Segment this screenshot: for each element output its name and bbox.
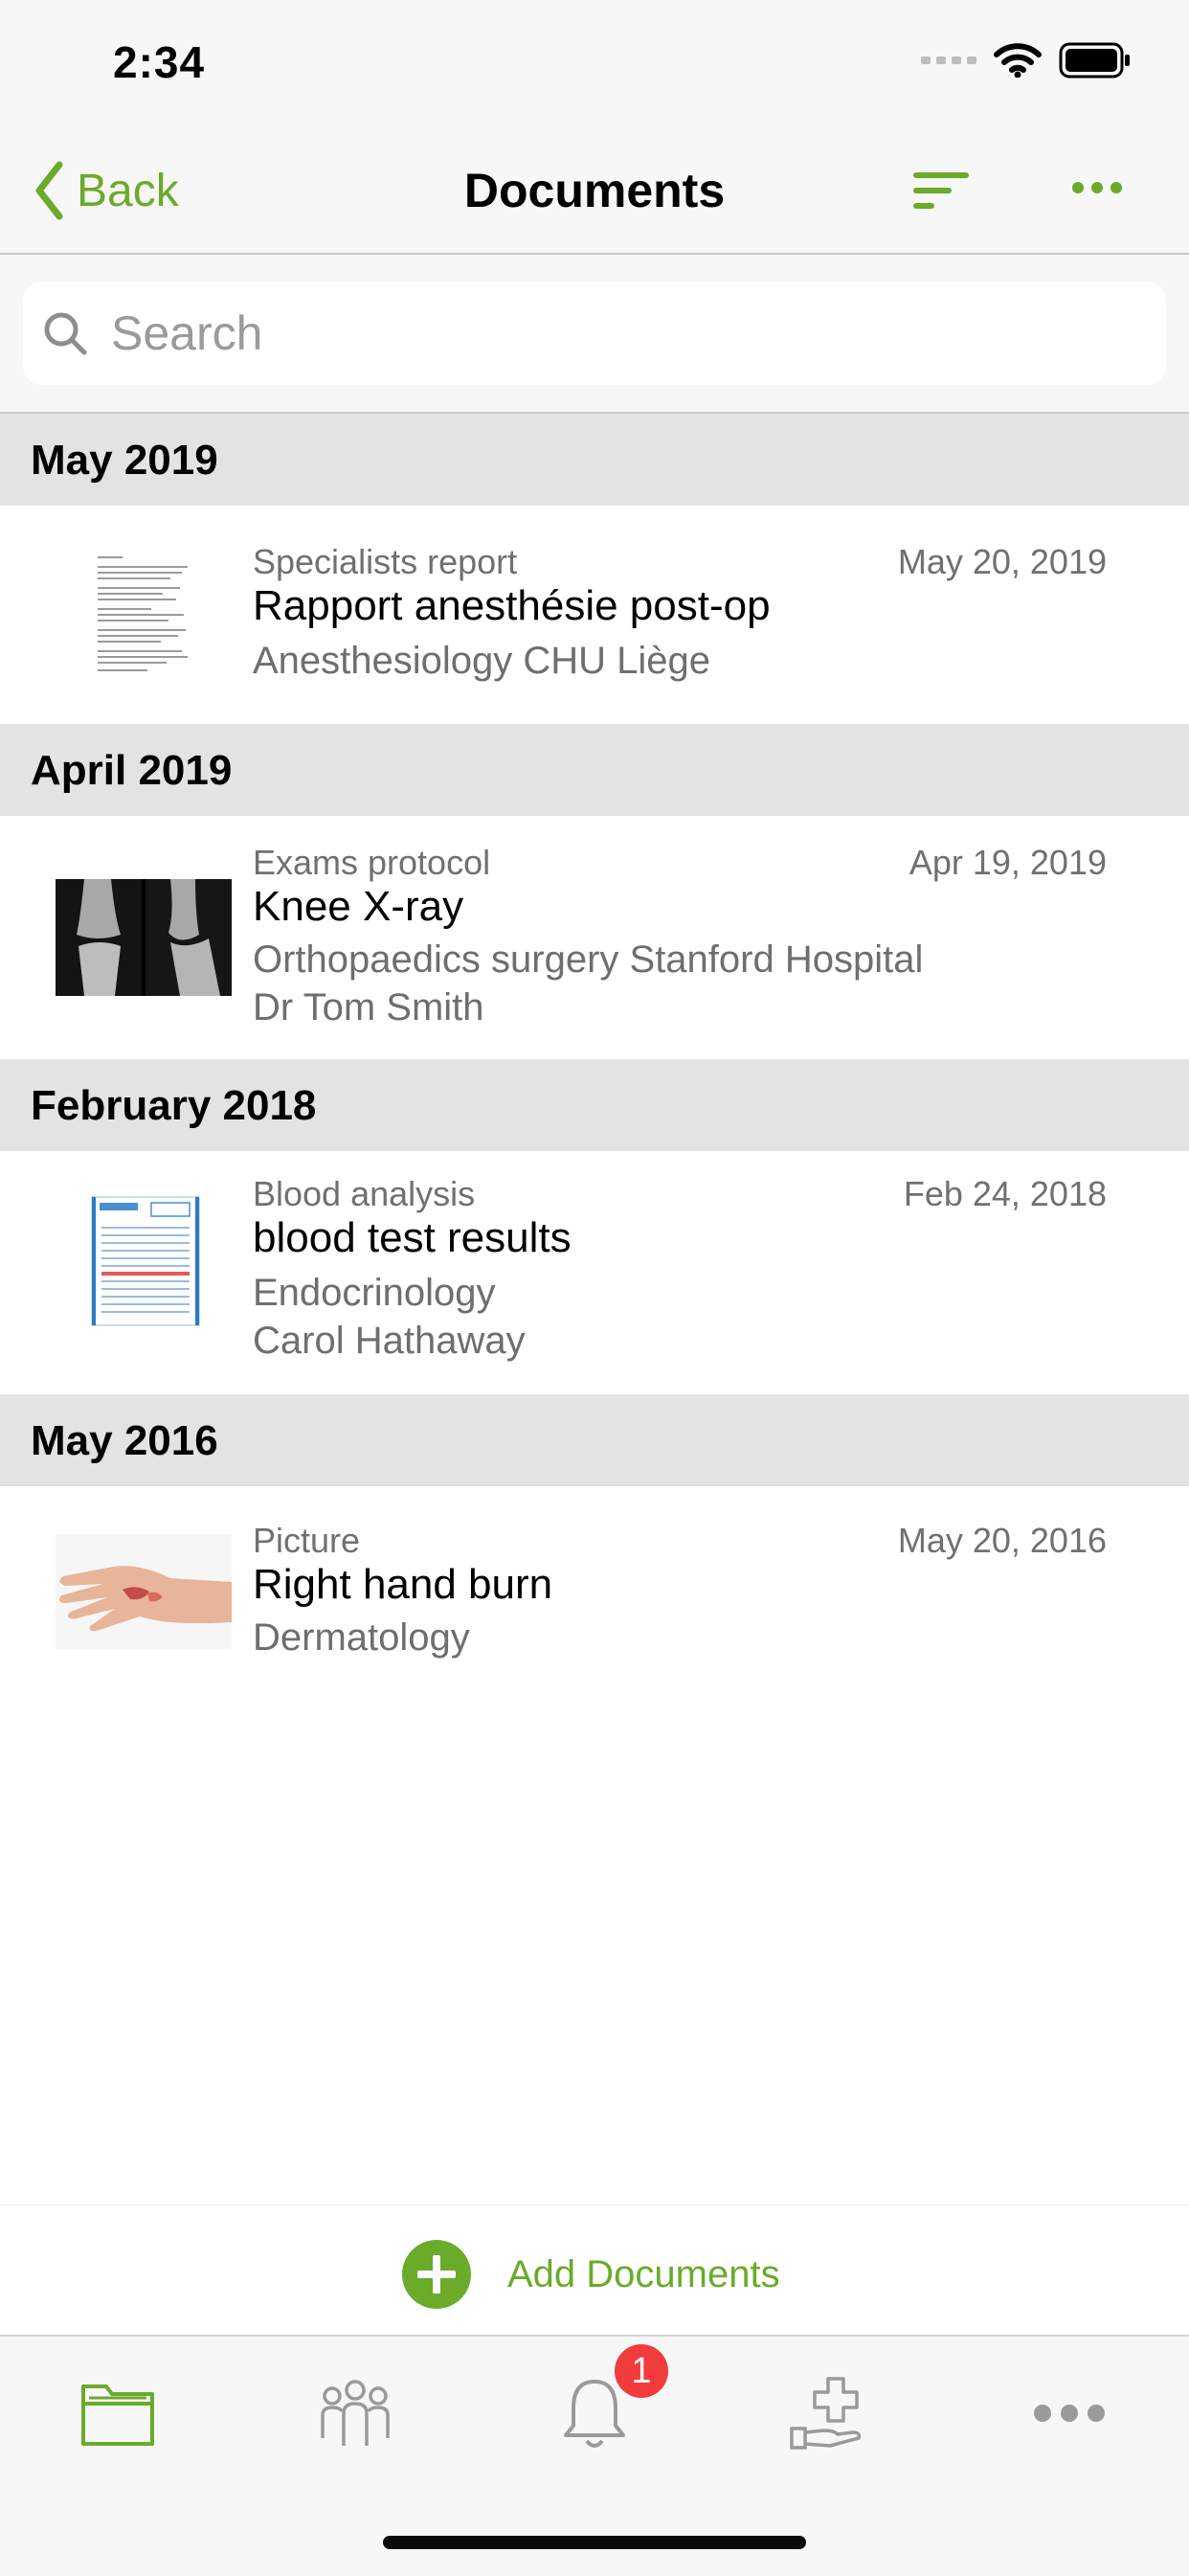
document-thumbnail [56, 879, 232, 996]
document-department: Orthopaedics surgery Stanford Hospital [253, 938, 924, 981]
wifi-icon [994, 43, 1042, 78]
document-date: May 20, 2019 [897, 542, 1107, 581]
add-documents-button[interactable]: Add Documents [402, 2240, 780, 2309]
section-heading: February 2018 [31, 1082, 317, 1129]
status-time: 2:34 [113, 37, 206, 87]
medical-care-icon [790, 2377, 862, 2450]
search-container [0, 255, 1189, 414]
people-icon [321, 2380, 390, 2446]
section-heading: May 2016 [31, 1417, 218, 1464]
add-documents-label: Add Documents [507, 2252, 780, 2295]
document-thumbnail [56, 1534, 232, 1649]
document-doctor: Dr Tom Smith [253, 986, 484, 1028]
document-title: blood test results [253, 1214, 572, 1261]
tab-contacts[interactable] [303, 2365, 408, 2461]
document-category: Specialists report [253, 542, 518, 581]
document-title: Rapport anesthésie post-op [253, 582, 771, 629]
status-bar: 2:34 [0, 0, 1189, 124]
folder-icon [81, 2384, 154, 2446]
section-heading: April 2019 [31, 747, 233, 794]
document-date: Feb 24, 2018 [903, 1174, 1107, 1213]
document-date: Apr 19, 2019 [909, 843, 1107, 882]
document-department: Endocrinology [253, 1272, 496, 1314]
battery-icon [1059, 42, 1130, 79]
section-heading: May 2019 [31, 437, 218, 484]
search-icon [44, 312, 87, 355]
plus-circle-icon [402, 2240, 471, 2309]
section-header: February 2018 [0, 1059, 1189, 1151]
document-category: Picture [253, 1521, 361, 1560]
tab-more[interactable] [1017, 2365, 1122, 2461]
more-icon [1034, 2405, 1105, 2422]
document-row[interactable]: Blood analysis Feb 24, 2018 blood test r… [0, 1151, 1189, 1394]
home-indicator [383, 2536, 806, 2549]
document-thumbnail [56, 544, 232, 688]
back-button[interactable]: Back [34, 161, 179, 220]
document-department: Dermatology [253, 1616, 470, 1659]
document-department: Anesthesiology CHU Liège [253, 640, 711, 682]
tab-care[interactable] [777, 2365, 883, 2461]
document-doctor: Carol Hathaway [253, 1320, 526, 1362]
navigation-bar: Back Documents [0, 124, 1189, 255]
document-title: Right hand burn [253, 1561, 553, 1608]
document-thumbnail [56, 1189, 232, 1333]
document-category: Blood analysis [253, 1174, 476, 1213]
document-row[interactable]: Specialists report May 20, 2019 Rapport … [0, 506, 1189, 724]
document-title: Knee X-ray [253, 883, 464, 930]
section-header: April 2019 [0, 724, 1189, 816]
more-options-icon[interactable] [1070, 178, 1124, 197]
status-icons [921, 42, 1132, 79]
notification-badge: 1 [615, 2344, 668, 2398]
search-input[interactable] [109, 305, 1070, 362]
page-title: Documents [463, 164, 726, 217]
sort-icon[interactable] [911, 167, 973, 215]
section-header: May 2016 [0, 1394, 1189, 1486]
section-header: May 2019 [0, 414, 1189, 506]
back-label: Back [77, 165, 179, 216]
add-documents-bar: Add Documents [0, 2204, 1189, 2336]
document-row[interactable]: Exams protocol Apr 19, 2019 Knee X-ray O… [0, 816, 1189, 1059]
document-category: Exams protocol [253, 843, 491, 882]
signal-icon [921, 56, 976, 64]
search-bar[interactable] [23, 282, 1166, 385]
bell-icon [564, 2380, 625, 2448]
document-row[interactable]: Picture May 20, 2016 Right hand burn Der… [0, 1486, 1189, 1697]
chevron-left-icon [35, 161, 63, 220]
document-date: May 20, 2016 [897, 1521, 1107, 1560]
tab-documents[interactable] [65, 2365, 170, 2461]
